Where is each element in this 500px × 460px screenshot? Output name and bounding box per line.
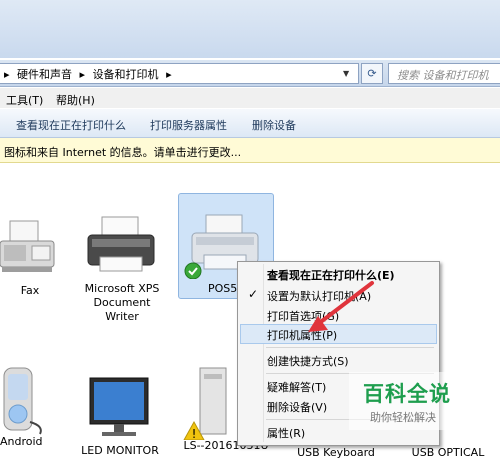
watermark-title: 百科全说 (363, 382, 451, 406)
watermark-logo: 百科全说 助你轻松解决 (349, 372, 469, 430)
watermark-subtitle: 助你轻松解决 (370, 411, 436, 424)
